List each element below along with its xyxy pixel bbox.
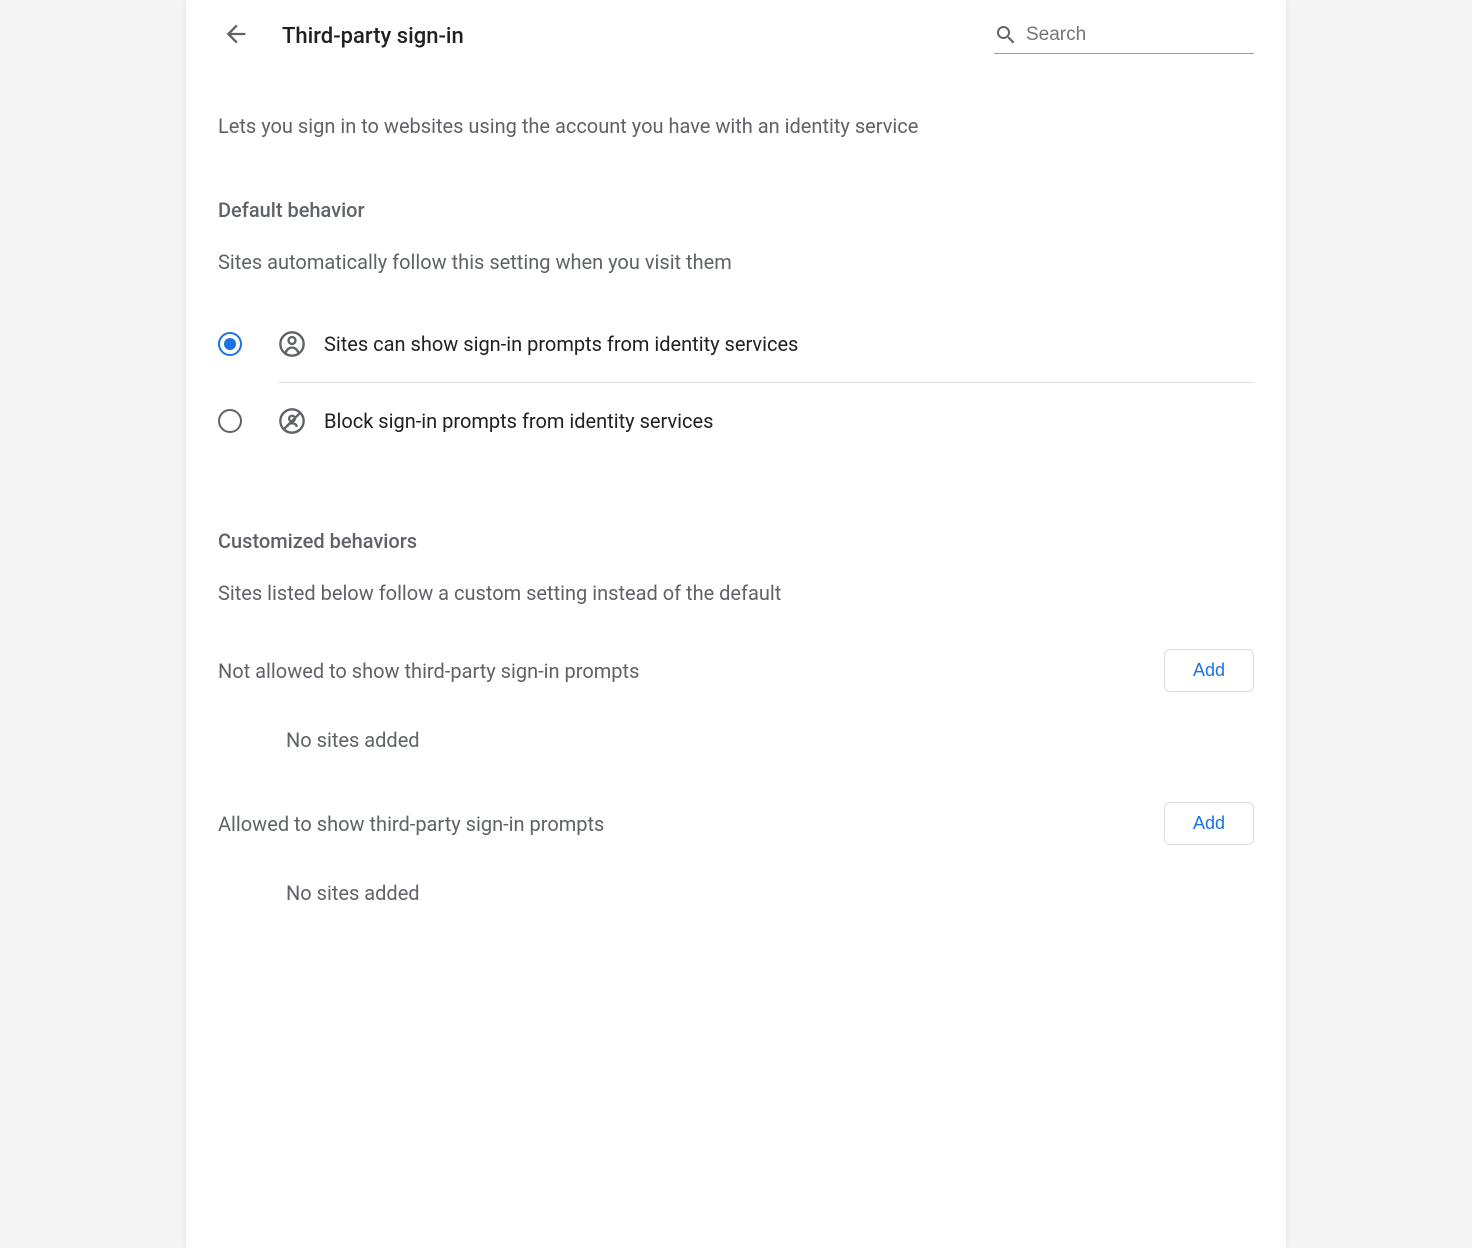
default-behavior-subtitle: Sites automatically follow this setting … <box>218 250 1254 274</box>
allowed-empty: No sites added <box>218 881 1254 905</box>
block-icon <box>278 407 306 435</box>
header-left: Third-party sign-in <box>218 18 464 54</box>
not-allowed-empty: No sites added <box>218 728 1254 752</box>
allowed-section: Allowed to show third-party sign-in prom… <box>218 802 1254 905</box>
header: Third-party sign-in <box>218 18 1254 54</box>
page-title: Third-party sign-in <box>282 24 464 49</box>
allowed-label: Allowed to show third-party sign-in prom… <box>218 812 604 836</box>
page-description: Lets you sign in to websites using the a… <box>218 114 1254 138</box>
default-behavior-section: Default behavior Sites automatically fol… <box>218 198 1254 459</box>
back-button[interactable] <box>218 18 254 54</box>
search-input[interactable] <box>1026 24 1271 46</box>
customized-behaviors-title: Customized behaviors <box>218 529 1254 553</box>
settings-panel: Third-party sign-in Lets you sign in to … <box>186 0 1286 1248</box>
add-allowed-button[interactable]: Add <box>1164 802 1254 845</box>
search-container[interactable] <box>994 19 1254 54</box>
radio-button[interactable] <box>218 409 242 433</box>
content: Lets you sign in to websites using the a… <box>218 114 1254 905</box>
radio-button[interactable] <box>218 332 242 356</box>
radio-label: Block sign-in prompts from identity serv… <box>324 409 713 433</box>
behavior-row: Not allowed to show third-party sign-in … <box>218 649 1254 692</box>
radio-option-block[interactable]: Block sign-in prompts from identity serv… <box>218 383 1254 459</box>
customized-behaviors-subtitle: Sites listed below follow a custom setti… <box>218 581 1254 605</box>
not-allowed-label: Not allowed to show third-party sign-in … <box>218 659 639 683</box>
person-circle-icon <box>278 330 306 358</box>
radio-group: Sites can show sign-in prompts from iden… <box>218 306 1254 459</box>
radio-label: Sites can show sign-in prompts from iden… <box>324 332 798 356</box>
customized-behaviors-section: Customized behaviors Sites listed below … <box>218 529 1254 905</box>
search-icon <box>994 23 1018 47</box>
default-behavior-title: Default behavior <box>218 198 1254 222</box>
behavior-row: Allowed to show third-party sign-in prom… <box>218 802 1254 845</box>
not-allowed-section: Not allowed to show third-party sign-in … <box>218 649 1254 752</box>
add-not-allowed-button[interactable]: Add <box>1164 649 1254 692</box>
arrow-left-icon <box>222 20 250 52</box>
radio-option-allow[interactable]: Sites can show sign-in prompts from iden… <box>278 306 1254 383</box>
